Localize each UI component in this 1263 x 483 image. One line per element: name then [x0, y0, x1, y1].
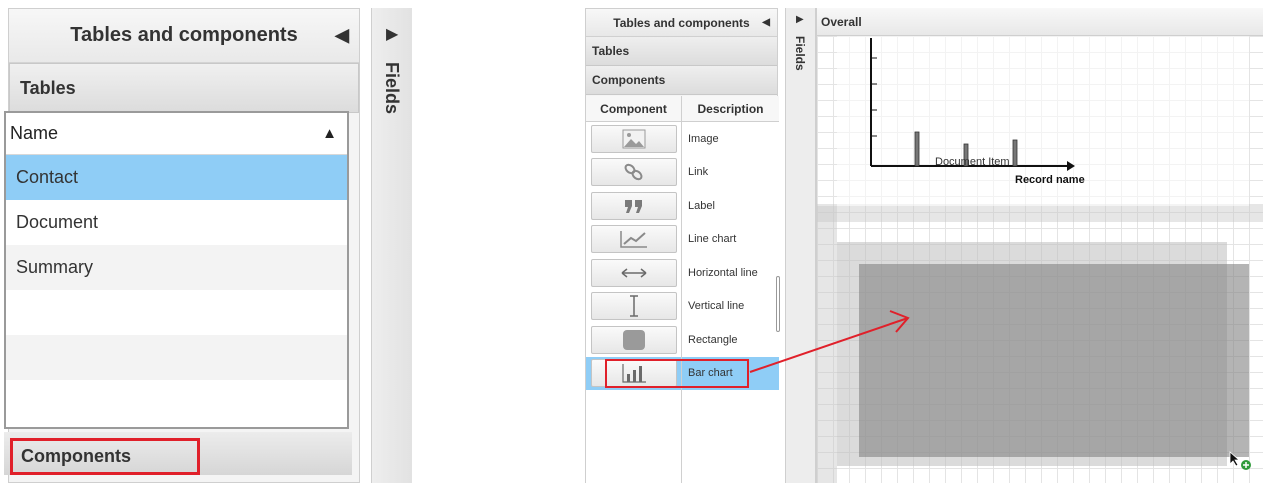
panel-header: Tables and components ◀ [586, 9, 777, 37]
table-row-line-chart[interactable]: Line chart [586, 222, 779, 256]
components-label: Components [21, 446, 131, 466]
fields-panel[interactable]: ▶ Fields [785, 8, 816, 483]
fields-label: Fields [793, 36, 807, 71]
placed-bar-chart[interactable]: Document Item Record name [817, 36, 1263, 206]
category-label: Document Item [935, 156, 1010, 168]
vertical-line-icon[interactable] [590, 292, 677, 321]
name-column-header[interactable]: Name ▲ [6, 113, 347, 155]
row-description: Link [688, 166, 709, 179]
line-chart-icon[interactable] [590, 225, 677, 254]
list-item-empty [6, 335, 347, 380]
section-band [817, 204, 1263, 222]
table-row-empty [586, 456, 779, 483]
table-row-vertical-line[interactable]: Vertical line [586, 289, 779, 323]
list-item-document[interactable]: Document [6, 200, 347, 245]
list-item-contact[interactable]: Contact [6, 155, 347, 200]
tables-section-header[interactable]: Tables [9, 63, 359, 113]
panel-header: Tables and components ◀ [9, 9, 359, 63]
table-row-horizontal-line[interactable]: Horizontal line [586, 256, 779, 290]
collapse-left-icon[interactable]: ◀ [335, 25, 349, 46]
row-description: Vertical line [688, 300, 745, 313]
row-description: Rectangle [688, 333, 738, 346]
list-item-empty [6, 380, 347, 425]
row-description: Image [688, 132, 719, 145]
section-band [817, 206, 837, 483]
description-column-header[interactable]: Description [682, 96, 779, 121]
components-section-header[interactable]: Components [586, 66, 777, 95]
sort-ascending-icon[interactable]: ▲ [322, 125, 337, 142]
row-description: Horizontal line [688, 266, 758, 279]
table-row-empty [586, 423, 779, 456]
tables-list: Name ▲ Contact Document Summary [4, 111, 349, 429]
tab-overall[interactable]: Overall [817, 8, 1263, 36]
components-highlight-box: Components [10, 438, 200, 475]
report-canvas[interactable]: Overall Document Item Record name [816, 8, 1263, 483]
fields-label: Fields [382, 62, 402, 115]
table-row-empty [586, 390, 779, 423]
components-section-header[interactable]: Components [4, 432, 352, 475]
tables-and-components-panel: Tables and components ◀ Tables Component… [585, 8, 779, 483]
image-icon[interactable] [590, 124, 677, 153]
quote-icon[interactable] [590, 191, 677, 220]
table-row-link[interactable]: Link [586, 155, 779, 189]
rectangle-icon[interactable] [590, 325, 677, 354]
table-row-label[interactable]: Label [586, 189, 779, 223]
panel-title: Tables and components [70, 24, 298, 46]
zoomed-view: Tables and components ◀ Tables Name ▲ Co… [0, 0, 412, 483]
components-table: Component Description Image Link Label L… [586, 96, 779, 483]
row-description: Label [688, 199, 715, 212]
name-column-label: Name [10, 123, 59, 143]
table-row-rectangle[interactable]: Rectangle [586, 323, 779, 357]
x-axis-label: Record name [1015, 174, 1085, 186]
table-row-image[interactable]: Image [586, 122, 779, 156]
expand-right-icon[interactable]: ▶ [386, 24, 398, 44]
scrollbar-handle[interactable] [776, 276, 780, 332]
list-item-summary[interactable]: Summary [6, 245, 347, 290]
drop-target-area [859, 264, 1249, 457]
full-view: Tables and components ◀ Tables Component… [585, 8, 1263, 483]
expand-right-icon[interactable]: ▶ [796, 14, 804, 25]
fields-panel[interactable]: ▶ Fields [371, 8, 412, 483]
bar-chart-highlight-box [605, 359, 749, 388]
link-icon[interactable] [590, 158, 677, 187]
list-item-empty [6, 290, 347, 335]
panel-title: Tables and components [613, 15, 750, 30]
collapse-left-icon[interactable]: ◀ [762, 17, 770, 28]
horizontal-line-icon[interactable] [590, 258, 677, 287]
components-table-header: Component Description [586, 96, 779, 122]
tables-section-header[interactable]: Tables [586, 37, 777, 66]
row-description: Line chart [688, 233, 737, 246]
component-column-header[interactable]: Component [586, 96, 682, 121]
